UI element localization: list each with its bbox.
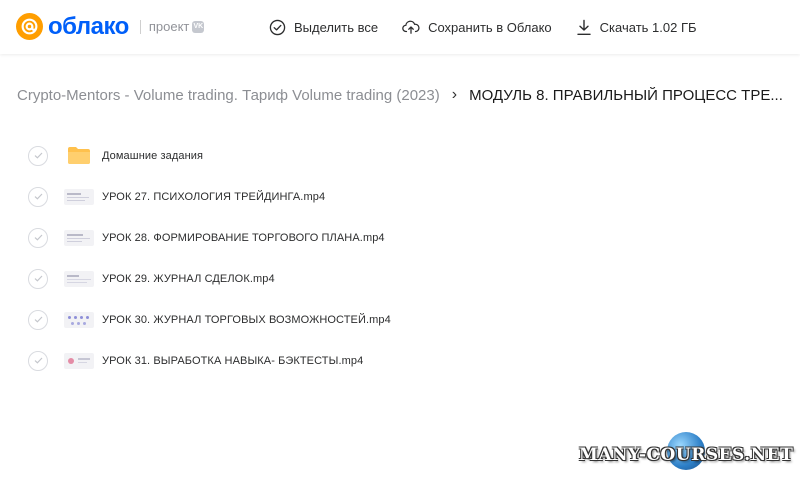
vk-badge: VK [192,20,205,33]
list-item[interactable]: УРОК 30. ЖУРНАЛ ТОРГОВЫХ ВОЗМОЖНОСТЕЙ.mp… [28,299,391,340]
file-name: УРОК 27. ПСИХОЛОГИЯ ТРЕЙДИНГА.mp4 [102,190,326,203]
list-item[interactable]: УРОК 27. ПСИХОЛОГИЯ ТРЕЙДИНГА.mp4 [28,176,391,217]
download-label: Скачать 1.02 ГБ [599,19,697,35]
chevron-right-icon: › [451,86,458,103]
video-thumbnail [63,269,95,289]
select-checkbox[interactable] [28,145,48,166]
list-item[interactable]: Домашние задания [28,135,391,176]
checkmark-icon [34,316,42,323]
file-name: УРОК 31. ВЫРАБОТКА НАВЫКА- БЭКТЕСТЫ.mp4 [102,354,364,367]
checkmark-icon [34,193,42,200]
video-thumbnail [63,310,95,330]
logo[interactable]: облако проект VK [16,13,205,40]
at-logo-icon [16,13,43,40]
project-label: проект [148,19,190,34]
logo-divider [139,19,141,34]
logo-text: облако [48,13,129,40]
select-all-button[interactable]: Выделить все [269,19,378,36]
save-to-cloud-button[interactable]: Сохранить в Облако [402,19,552,35]
select-checkbox[interactable] [28,227,48,248]
video-thumbnail [63,351,95,371]
list-item[interactable]: УРОК 31. ВЫРАБОТКА НАВЫКА- БЭКТЕСТЫ.mp4 [28,340,391,381]
select-checkbox[interactable] [28,186,48,207]
checkmark-icon [34,275,42,282]
checkmark-icon [34,357,42,364]
select-all-label: Выделить все [294,19,379,35]
breadcrumb-parent[interactable]: Crypto-Mentors - Volume trading. Тариф V… [17,87,440,104]
list-item[interactable]: УРОК 28. ФОРМИРОВАНИЕ ТОРГОВОГО ПЛАНА.mp… [28,217,391,258]
watermark: MANY-COURSES.NET [579,445,794,465]
toolbar: Выделить все Сохранить в Облако Скачать … [269,0,721,54]
select-checkbox[interactable] [28,268,48,289]
list-item[interactable]: УРОК 29. ЖУРНАЛ СДЕЛОК.mp4 [28,258,391,299]
video-thumbnail [63,228,95,248]
download-icon [576,19,591,35]
folder-icon [63,146,95,166]
file-name: УРОК 28. ФОРМИРОВАНИЕ ТОРГОВОГО ПЛАНА.mp… [102,231,385,244]
checkmark-icon [34,152,42,159]
top-bar: облако проект VK Выделить все Сохранить … [0,0,800,54]
file-name: УРОК 29. ЖУРНАЛ СДЕЛОК.mp4 [102,272,275,285]
select-checkbox[interactable] [28,309,48,330]
select-checkbox[interactable] [28,350,48,371]
file-list: Домашние задания УРОК 27. ПСИХОЛОГИЯ ТРЕ… [28,135,391,381]
video-thumbnail [63,187,95,207]
download-button[interactable]: Скачать 1.02 ГБ [576,19,697,36]
file-name: УРОК 30. ЖУРНАЛ ТОРГОВЫХ ВОЗМОЖНОСТЕЙ.mp… [102,313,391,326]
check-circle-icon [269,19,286,35]
file-name: Домашние задания [102,149,204,162]
checkmark-icon [34,234,42,241]
save-to-cloud-label: Сохранить в Облако [428,19,552,35]
cloud-upload-icon [402,20,420,34]
breadcrumb-current: МОДУЛЬ 8. ПРАВИЛЬНЫЙ ПРОЦЕСС ТРЕ... [469,86,783,104]
breadcrumb: Crypto-Mentors - Volume trading. Тариф V… [17,86,787,104]
